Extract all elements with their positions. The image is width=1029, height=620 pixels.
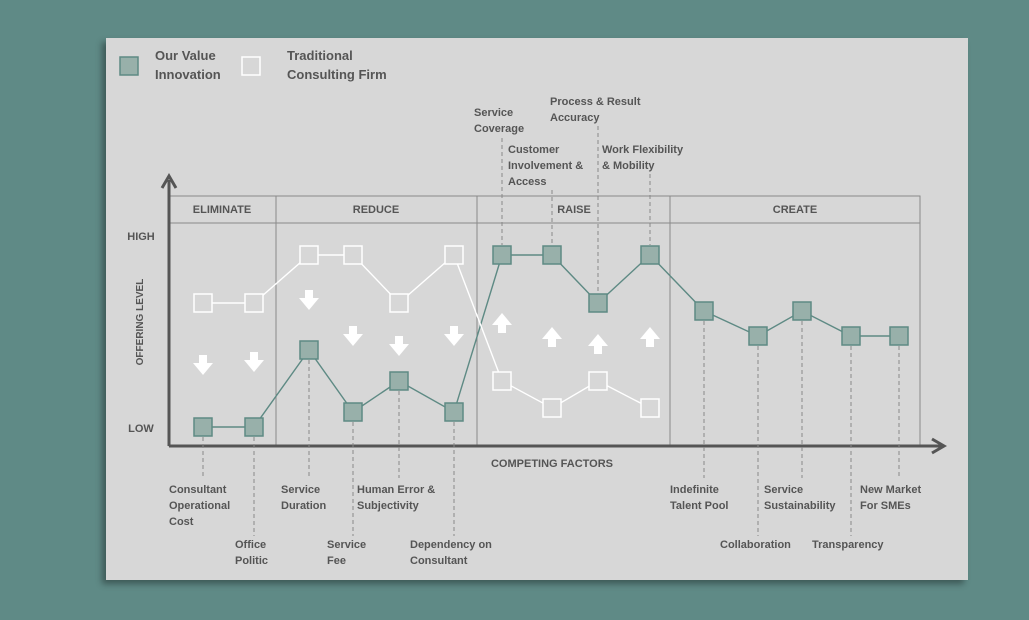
arrow-down-icon — [193, 355, 213, 375]
traditional-marker — [588, 371, 608, 391]
arrow-up-icon — [640, 327, 660, 347]
factor-label: Office Politic — [235, 539, 268, 567]
section-label-raise: RAISE — [557, 204, 591, 216]
arrow-down-icon — [343, 326, 363, 346]
legend: Our Value Innovation Traditional Consulting… — [119, 48, 387, 82]
traditional-marker — [492, 371, 512, 391]
factor-label: Service Sustainability — [764, 484, 836, 512]
legend-traditional-label: Traditional Consulting Firm — [287, 48, 387, 82]
factor-label: Consultant Operational Cost — [169, 484, 230, 528]
traditional-marker — [299, 245, 319, 265]
section-label-create: CREATE — [773, 204, 817, 216]
value-marker — [299, 340, 319, 360]
legend-value-swatch — [119, 56, 139, 76]
factor-label: Service Duration — [281, 484, 327, 512]
traditional-marker — [389, 293, 409, 313]
traditional-marker — [193, 293, 213, 313]
factor-label: Work Flexibility & Mobility — [602, 144, 684, 172]
legend-value-label: Our Value Innovation — [155, 48, 221, 82]
traditional-marker — [640, 398, 660, 418]
value-marker — [841, 326, 861, 346]
value-marker — [792, 301, 812, 321]
strategy-canvas: ELIMINATE REDUCE RAISE CREATE HIGH LOW OFFERI… — [119, 48, 947, 567]
section-label-reduce: REDUCE — [353, 204, 399, 216]
factor-label: New Market For SMEs — [860, 484, 921, 512]
factor-labels: Consultant Operational CostOffice Politic Se… — [169, 96, 921, 567]
value-marker — [748, 326, 768, 346]
y-axis-title: OFFERING LEVEL — [135, 279, 146, 366]
factor-label: Service Fee — [327, 539, 366, 567]
factor-label: Collaboration — [720, 539, 791, 551]
value-marker — [389, 371, 409, 391]
y-low-label: LOW — [128, 423, 154, 435]
value-marker — [444, 402, 464, 422]
value-marker — [542, 245, 562, 265]
value-marker — [694, 301, 714, 321]
factor-label: Human Error & Subjectivity — [357, 484, 435, 512]
x-axis-title: COMPETING FACTORS — [491, 458, 613, 470]
traditional-line — [203, 253, 651, 409]
traditional-marker — [444, 245, 464, 265]
arrow-up-icon — [492, 313, 512, 333]
value-marker — [244, 417, 264, 437]
traditional-marker — [542, 398, 562, 418]
traditional-marker — [244, 293, 264, 313]
legend-traditional-swatch — [241, 56, 261, 76]
factor-label: Service Coverage — [474, 107, 524, 135]
section-label-eliminate: ELIMINATE — [193, 204, 251, 216]
value-marker — [343, 402, 363, 422]
value-marker — [889, 326, 909, 346]
arrow-up-icon — [542, 327, 562, 347]
factor-label: Dependency on Consultant — [410, 539, 492, 567]
factor-label: Process & Result Accuracy — [550, 96, 641, 124]
value-marker — [193, 417, 213, 437]
y-high-label: HIGH — [127, 231, 155, 243]
factor-label: Transparency — [812, 539, 884, 551]
factor-label: Customer Involvement & Access — [508, 144, 583, 188]
arrow-up-icon — [588, 334, 608, 354]
arrow-down-icon — [244, 352, 264, 372]
value-marker — [588, 293, 608, 313]
arrow-down-icon — [299, 290, 319, 310]
value-marker — [492, 245, 512, 265]
arrow-down-icon — [389, 336, 409, 356]
value-marker — [640, 245, 660, 265]
traditional-marker — [343, 245, 363, 265]
factor-label: Indefinite Talent Pool — [670, 484, 728, 512]
arrow-down-icon — [444, 326, 464, 346]
